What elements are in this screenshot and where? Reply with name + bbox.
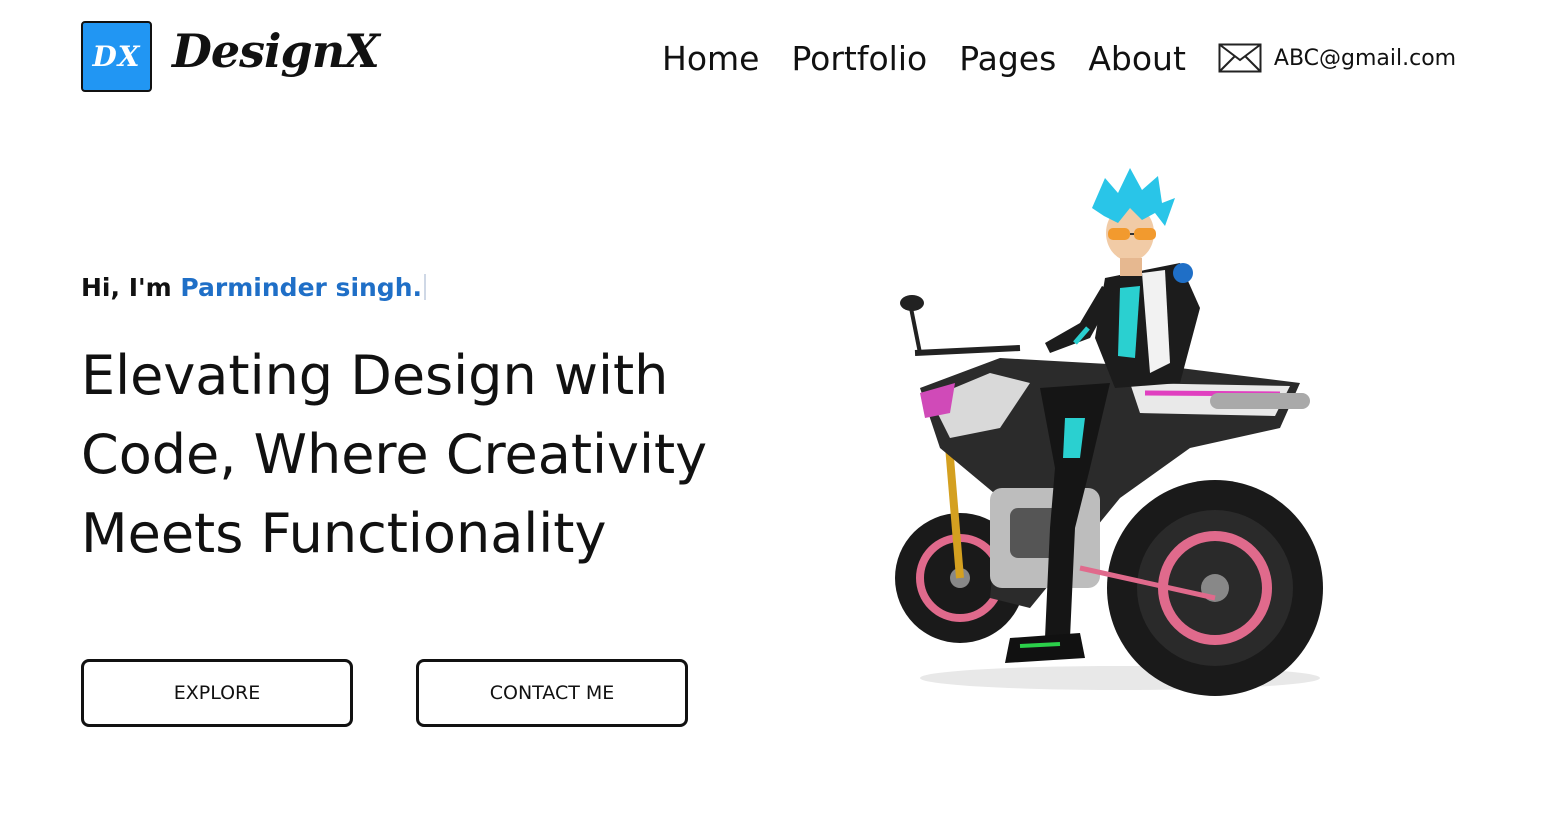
headline-line: Elevating Design with [81, 344, 669, 407]
greeting-prefix: Hi, I'm [81, 273, 181, 302]
landing-page: DX DesignX Home Portfolio Pages About AB… [0, 0, 1555, 830]
greeting: Hi, I'm Parminder singh. [81, 273, 426, 302]
headline-line: Meets Functionality [81, 502, 607, 565]
main-nav: Home Portfolio Pages About ABC@gmail.com [662, 36, 1456, 80]
typing-cursor [424, 274, 426, 300]
contact-me-button[interactable]: CONTACT ME [416, 659, 688, 727]
hero-headline: Elevating Design with Code, Where Creati… [81, 336, 741, 573]
envelope-icon [1218, 43, 1262, 73]
explore-button[interactable]: EXPLORE [81, 659, 353, 727]
logo-text: DX [92, 40, 141, 73]
nav-home[interactable]: Home [662, 39, 759, 78]
greeting-name: Parminder singh. [180, 273, 422, 302]
nav-about[interactable]: About [1088, 39, 1186, 78]
nav-pages[interactable]: Pages [959, 39, 1056, 78]
brand-name[interactable]: DesignX [172, 24, 380, 78]
logo-badge[interactable]: DX [81, 21, 152, 92]
nav-portfolio[interactable]: Portfolio [791, 39, 927, 78]
email-link[interactable]: ABC@gmail.com [1274, 46, 1456, 71]
headline-line: Code, Where Creativity [81, 423, 708, 486]
rider-motorcycle-illustration [895, 168, 1323, 696]
